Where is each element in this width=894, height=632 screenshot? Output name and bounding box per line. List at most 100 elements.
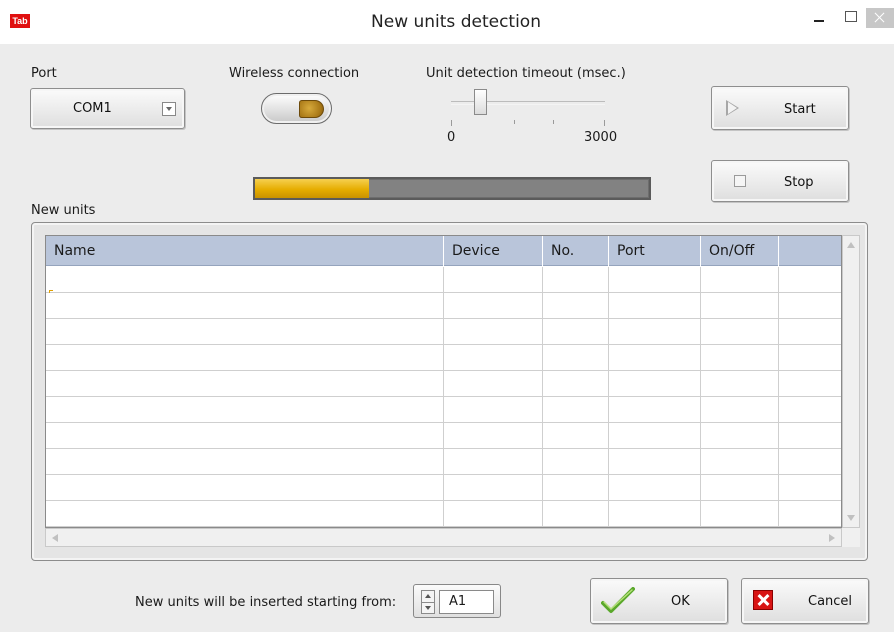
- table-cell[interactable]: [543, 423, 609, 449]
- table-cell[interactable]: [46, 397, 444, 423]
- table-cell[interactable]: [46, 501, 444, 527]
- table-cell[interactable]: [543, 319, 609, 345]
- table-cell[interactable]: [543, 475, 609, 501]
- slider-tick: [451, 120, 452, 126]
- table-row[interactable]: [46, 345, 841, 371]
- table-cell[interactable]: [543, 293, 609, 319]
- table-row[interactable]: [46, 371, 841, 397]
- ok-button[interactable]: OK: [590, 578, 728, 624]
- table-cell[interactable]: [46, 475, 444, 501]
- table-cell[interactable]: [701, 371, 779, 397]
- table-cell[interactable]: [444, 319, 543, 345]
- table-cell[interactable]: [609, 293, 701, 319]
- table-cell[interactable]: [543, 501, 609, 527]
- table-cell[interactable]: [701, 267, 779, 293]
- table-cell[interactable]: [46, 371, 444, 397]
- insert-start-value[interactable]: A1: [439, 590, 494, 614]
- table-cell[interactable]: [779, 371, 841, 397]
- table-cell[interactable]: [779, 423, 841, 449]
- vertical-scrollbar[interactable]: [842, 235, 860, 528]
- maximize-icon[interactable]: [837, 8, 863, 28]
- table-cell[interactable]: [779, 319, 841, 345]
- cancel-button[interactable]: Cancel: [741, 578, 869, 624]
- timeout-slider-thumb[interactable]: [474, 89, 487, 115]
- table-cell[interactable]: [609, 371, 701, 397]
- table-row[interactable]: [46, 449, 841, 475]
- table-cell[interactable]: [609, 501, 701, 527]
- table-cell[interactable]: [779, 475, 841, 501]
- insert-start-spinner[interactable]: A1: [413, 584, 501, 618]
- units-table[interactable]: Name Device No. Port On/Off: [45, 235, 842, 528]
- table-cell[interactable]: [444, 397, 543, 423]
- table-cell[interactable]: [701, 293, 779, 319]
- table-cell[interactable]: [46, 267, 444, 293]
- close-icon[interactable]: [866, 8, 894, 28]
- spinner-arrows-icon[interactable]: [421, 590, 435, 614]
- timeout-label: Unit detection timeout (msec.): [426, 66, 626, 81]
- scroll-up-icon[interactable]: [847, 242, 855, 248]
- table-row[interactable]: [46, 267, 841, 293]
- table-cell[interactable]: [779, 345, 841, 371]
- stop-button[interactable]: Stop: [711, 160, 849, 202]
- table-cell[interactable]: [444, 371, 543, 397]
- column-header-onoff[interactable]: On/Off: [701, 236, 779, 266]
- table-row[interactable]: [46, 293, 841, 319]
- table-cell[interactable]: [609, 423, 701, 449]
- column-header-name[interactable]: Name: [46, 236, 444, 266]
- table-cell[interactable]: [609, 449, 701, 475]
- table-cell[interactable]: [543, 449, 609, 475]
- table-cell[interactable]: [444, 345, 543, 371]
- minimize-icon[interactable]: [806, 8, 832, 28]
- table-cell[interactable]: [609, 475, 701, 501]
- table-cell[interactable]: [701, 501, 779, 527]
- table-cell[interactable]: [543, 397, 609, 423]
- table-cell[interactable]: [543, 267, 609, 293]
- table-row[interactable]: [46, 319, 841, 345]
- table-cell[interactable]: [701, 449, 779, 475]
- table-cell[interactable]: [779, 501, 841, 527]
- column-header-port[interactable]: Port: [609, 236, 701, 266]
- table-cell[interactable]: [444, 449, 543, 475]
- table-cell[interactable]: [46, 423, 444, 449]
- table-cell[interactable]: [444, 267, 543, 293]
- table-cell[interactable]: [609, 267, 701, 293]
- chevron-down-icon: [162, 102, 176, 116]
- scroll-right-icon[interactable]: [829, 534, 835, 542]
- table-cell[interactable]: [444, 293, 543, 319]
- scroll-down-icon[interactable]: [847, 515, 855, 521]
- port-select[interactable]: COM1: [30, 88, 185, 129]
- table-row[interactable]: [46, 475, 841, 501]
- table-cell[interactable]: [701, 423, 779, 449]
- table-cell[interactable]: [444, 475, 543, 501]
- start-button[interactable]: Start: [711, 86, 849, 130]
- table-cell[interactable]: [779, 449, 841, 475]
- table-cell[interactable]: [779, 293, 841, 319]
- table-row[interactable]: [46, 423, 841, 449]
- scroll-left-icon[interactable]: [52, 534, 58, 542]
- column-header-device[interactable]: Device: [444, 236, 543, 266]
- table-row[interactable]: [46, 501, 841, 527]
- title-bar: Tab New units detection: [0, 0, 894, 44]
- table-cell[interactable]: [701, 345, 779, 371]
- table-cell[interactable]: [701, 319, 779, 345]
- table-cell[interactable]: [46, 449, 444, 475]
- table-cell[interactable]: [444, 501, 543, 527]
- table-row[interactable]: [46, 397, 841, 423]
- table-cell[interactable]: [46, 345, 444, 371]
- table-cell[interactable]: [779, 267, 841, 293]
- table-cell[interactable]: [779, 397, 841, 423]
- table-cell[interactable]: [543, 371, 609, 397]
- play-icon: [726, 100, 739, 116]
- table-cell[interactable]: [609, 319, 701, 345]
- column-header-number[interactable]: No.: [543, 236, 609, 266]
- horizontal-scrollbar[interactable]: [45, 528, 842, 547]
- table-cell[interactable]: [46, 293, 444, 319]
- table-cell[interactable]: [543, 345, 609, 371]
- table-cell[interactable]: [46, 319, 444, 345]
- wireless-toggle[interactable]: [261, 93, 332, 124]
- table-cell[interactable]: [609, 397, 701, 423]
- table-cell[interactable]: [701, 397, 779, 423]
- table-cell[interactable]: [609, 345, 701, 371]
- table-cell[interactable]: [444, 423, 543, 449]
- table-cell[interactable]: [701, 475, 779, 501]
